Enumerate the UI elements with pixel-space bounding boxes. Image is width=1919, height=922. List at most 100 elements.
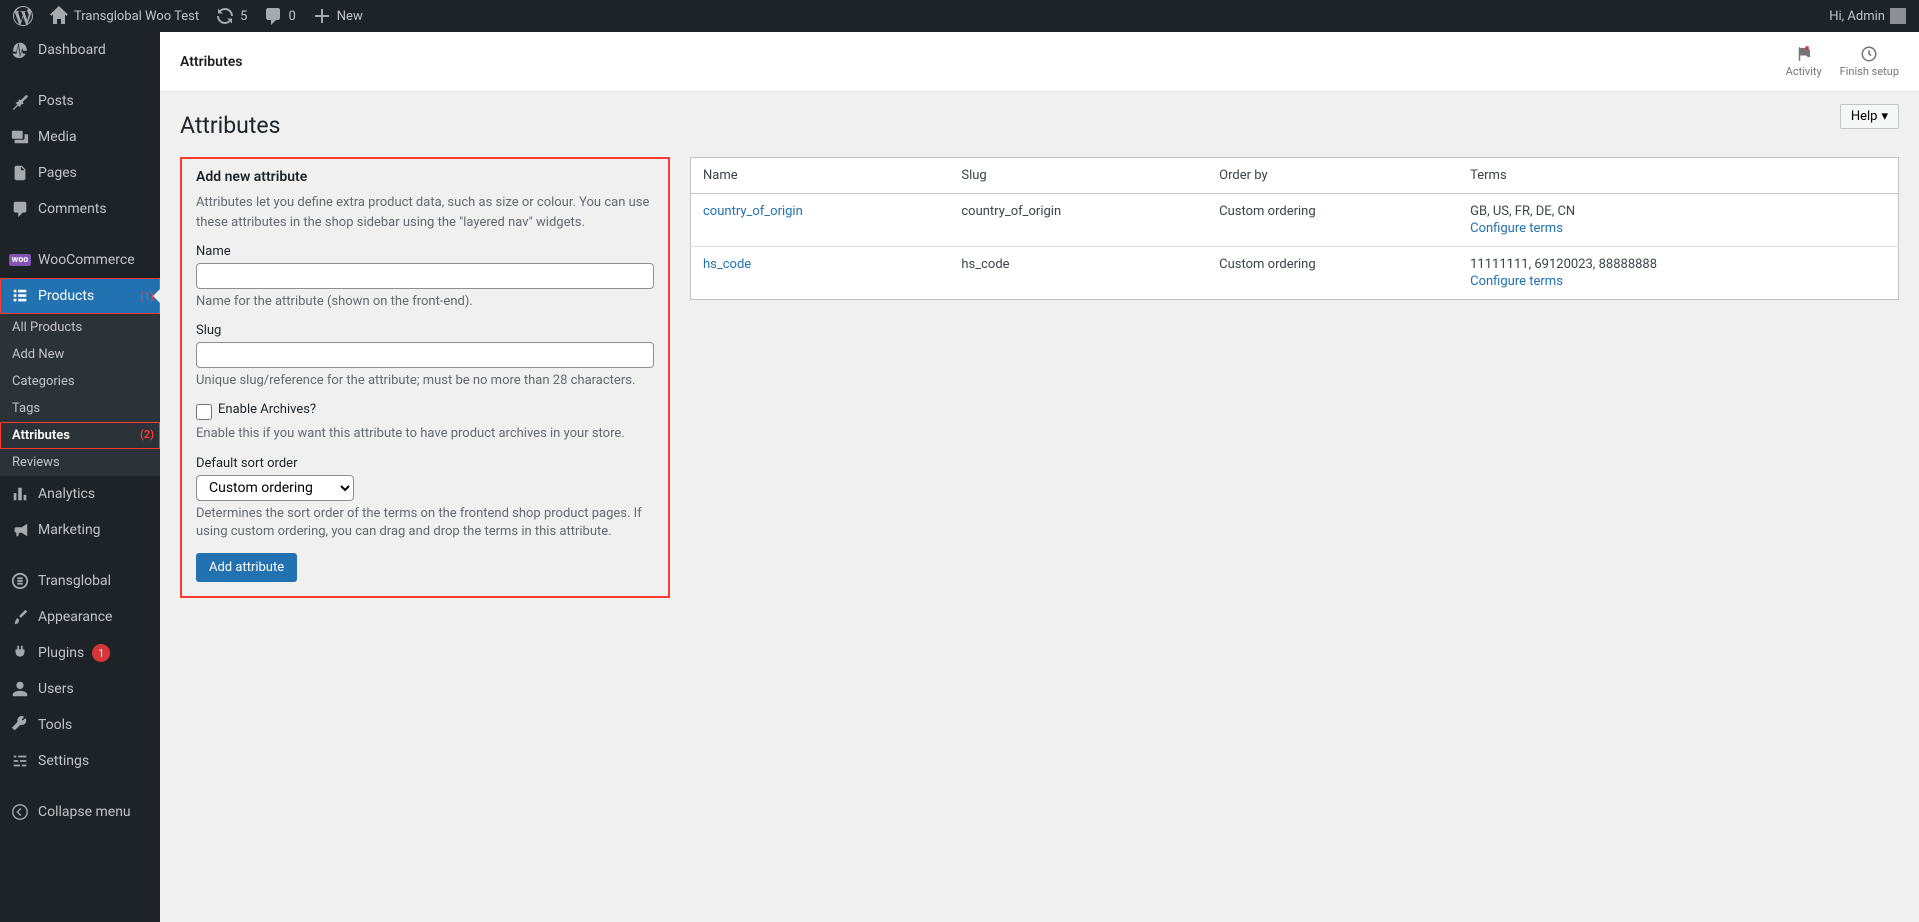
menu-label: Products — [38, 288, 94, 304]
wrench-icon — [10, 715, 30, 735]
sub-add-new[interactable]: Add New — [0, 341, 160, 368]
flag-icon — [1795, 45, 1813, 63]
menu-tools[interactable]: Tools — [0, 707, 160, 743]
page-icon — [10, 163, 30, 183]
sub-categories[interactable]: Categories — [0, 368, 160, 395]
dashboard-icon — [10, 40, 30, 60]
menu-appearance[interactable]: Appearance — [0, 599, 160, 635]
menu-label: Users — [38, 681, 74, 697]
sort-label: Default sort order — [196, 456, 654, 471]
menu-label: Dashboard — [38, 42, 106, 58]
home-icon — [49, 6, 69, 26]
finish-setup-button[interactable]: Finish setup — [1840, 45, 1899, 78]
attributes-table-wrap: Name Slug Order by Terms country_of_orig… — [690, 157, 1899, 300]
menu-plugins[interactable]: Plugins 1 — [0, 635, 160, 671]
finish-label: Finish setup — [1840, 65, 1899, 78]
menu-marketing[interactable]: Marketing — [0, 512, 160, 548]
plugins-badge: 1 — [92, 644, 110, 662]
attr-name-link[interactable]: country_of_origin — [703, 204, 803, 219]
clock-icon — [1860, 45, 1878, 63]
menu-products[interactable]: Products (1) — [0, 278, 160, 314]
menu-label: Appearance — [38, 609, 112, 625]
activity-button[interactable]: Activity — [1786, 45, 1822, 78]
admin-sidebar: Dashboard Posts Media Pages Comments woo… — [0, 32, 160, 922]
avatar — [1890, 8, 1906, 24]
menu-media[interactable]: Media — [0, 119, 160, 155]
comment-icon — [263, 6, 283, 26]
updates[interactable]: 5 — [208, 0, 254, 32]
menu-label: Comments — [38, 201, 107, 217]
th-slug: Slug — [949, 158, 1207, 194]
menu-pages[interactable]: Pages — [0, 155, 160, 191]
admin-toolbar: Transglobal Woo Test 5 0 New Hi, Admin — [0, 0, 1919, 32]
add-attribute-form: Add new attribute Attributes let you def… — [180, 157, 670, 598]
menu-posts[interactable]: Posts — [0, 83, 160, 119]
menu-analytics[interactable]: Analytics — [0, 476, 160, 512]
content-area: Attributes Activity Finish setup Attribu… — [160, 32, 1919, 922]
collapse-icon — [10, 802, 30, 822]
th-terms: Terms — [1458, 158, 1898, 194]
name-hint: Name for the attribute (shown on the fro… — [196, 293, 654, 311]
archives-checkbox[interactable] — [196, 404, 212, 420]
help-button[interactable]: Help▾ — [1840, 104, 1899, 129]
sub-attributes[interactable]: Attributes (2) — [0, 422, 160, 449]
sub-reviews[interactable]: Reviews — [0, 449, 160, 476]
wp-logo[interactable] — [6, 0, 40, 32]
attr-order: Custom ordering — [1207, 247, 1458, 300]
menu-dashboard[interactable]: Dashboard — [0, 32, 160, 68]
sub-label: Attributes — [12, 428, 70, 443]
comments-count: 0 — [288, 9, 295, 24]
menu-label: Tools — [38, 717, 72, 733]
attributes-table: Name Slug Order by Terms country_of_orig… — [690, 157, 1899, 300]
topbar-title: Attributes — [180, 54, 242, 70]
site-name-text: Transglobal Woo Test — [74, 9, 199, 24]
configure-terms-link[interactable]: Configure terms — [1470, 221, 1886, 236]
menu-label: WooCommerce — [38, 252, 135, 268]
menu-label: Pages — [38, 165, 77, 181]
pin-icon — [10, 91, 30, 111]
attr-name-link[interactable]: hs_code — [703, 257, 751, 272]
marker-2: (2) — [140, 428, 154, 441]
attr-terms: 11111111, 69120023, 88888888 — [1470, 257, 1657, 272]
table-row: country_of_origin country_of_origin Cust… — [691, 194, 1899, 247]
menu-users[interactable]: Users — [0, 671, 160, 707]
menu-label: Posts — [38, 93, 74, 109]
woo-icon: woo — [10, 250, 30, 270]
table-row: hs_code hs_code Custom ordering 11111111… — [691, 247, 1899, 300]
products-icon — [10, 286, 30, 306]
new-content[interactable]: New — [305, 0, 370, 32]
updates-count: 5 — [240, 9, 247, 24]
menu-comments[interactable]: Comments — [0, 191, 160, 227]
howdy[interactable]: Hi, Admin — [1822, 0, 1913, 32]
menu-settings[interactable]: Settings — [0, 743, 160, 779]
activity-label: Activity — [1786, 65, 1822, 78]
th-name: Name — [691, 158, 950, 194]
menu-label: Plugins — [38, 645, 84, 661]
site-name[interactable]: Transglobal Woo Test — [42, 0, 206, 32]
menu-label: Media — [38, 129, 77, 145]
menu-arrow-icon — [153, 288, 161, 304]
sub-tags[interactable]: Tags — [0, 395, 160, 422]
marker-1: (1) — [140, 290, 154, 303]
menu-transglobal[interactable]: Transglobal — [0, 563, 160, 599]
comments[interactable]: 0 — [256, 0, 302, 32]
sub-all-products[interactable]: All Products — [0, 314, 160, 341]
analytics-icon — [10, 484, 30, 504]
configure-terms-link[interactable]: Configure terms — [1470, 274, 1886, 289]
menu-label: Collapse menu — [38, 804, 131, 820]
attr-slug: country_of_origin — [949, 194, 1207, 247]
add-attribute-button[interactable]: Add attribute — [196, 553, 297, 582]
slug-input[interactable] — [196, 342, 654, 368]
sort-select[interactable]: Custom ordering — [196, 475, 354, 501]
help-label: Help — [1851, 109, 1878, 124]
media-icon — [10, 127, 30, 147]
th-order: Order by — [1207, 158, 1458, 194]
plus-icon — [312, 6, 332, 26]
menu-woocommerce[interactable]: woo WooCommerce — [0, 242, 160, 278]
megaphone-icon — [10, 520, 30, 540]
sort-hint: Determines the sort order of the terms o… — [196, 505, 654, 541]
menu-label: Analytics — [38, 486, 95, 502]
name-input[interactable] — [196, 263, 654, 289]
menu-collapse[interactable]: Collapse menu — [0, 794, 160, 830]
content-topbar: Attributes Activity Finish setup — [160, 32, 1919, 92]
